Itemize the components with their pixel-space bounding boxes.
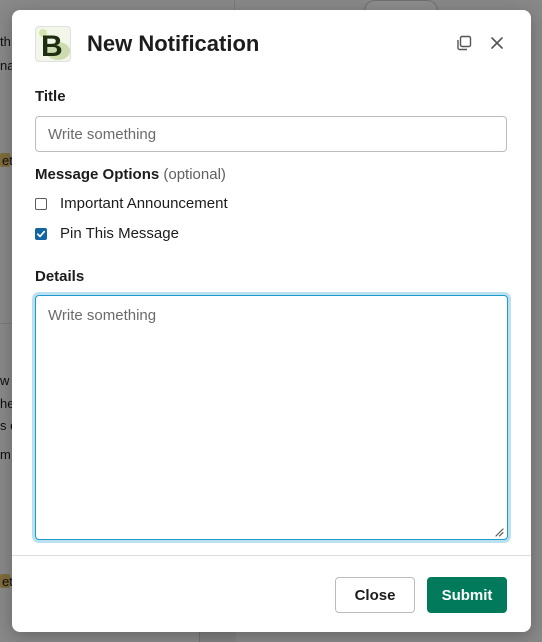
checkmark-icon [36, 230, 46, 238]
footer-divider [12, 555, 531, 556]
new-notification-modal: B New Notification Title Message Options… [12, 10, 531, 632]
pin-message-label: Pin This Message [60, 225, 179, 242]
modal-title: New Notification [87, 31, 260, 56]
pin-message-option[interactable]: Pin This Message [35, 224, 179, 244]
optional-hint: (optional) [163, 166, 226, 183]
details-textarea[interactable] [35, 295, 508, 540]
important-announcement-option[interactable]: Important Announcement [35, 194, 228, 214]
popout-window-button[interactable] [453, 32, 475, 54]
pin-message-checkbox[interactable] [35, 228, 47, 240]
details-label: Details [35, 268, 85, 285]
title-label: Title [35, 88, 66, 105]
important-announcement-label: Important Announcement [60, 195, 228, 212]
close-icon [491, 37, 503, 49]
message-options-label: Message Options (optional) [35, 165, 226, 185]
title-input[interactable] [35, 116, 507, 152]
close-modal-button[interactable] [486, 32, 508, 54]
resize-handle-icon[interactable] [494, 527, 504, 537]
app-logo-icon: B [39, 29, 70, 61]
message-options-label-text: Message Options [35, 166, 160, 183]
close-button[interactable]: Close [335, 577, 415, 613]
app-logo: B [35, 26, 71, 62]
submit-button[interactable]: Submit [427, 577, 507, 613]
popout-window-icon [457, 35, 472, 51]
important-announcement-checkbox[interactable] [35, 198, 47, 210]
app-logo-letter: B [41, 30, 63, 61]
